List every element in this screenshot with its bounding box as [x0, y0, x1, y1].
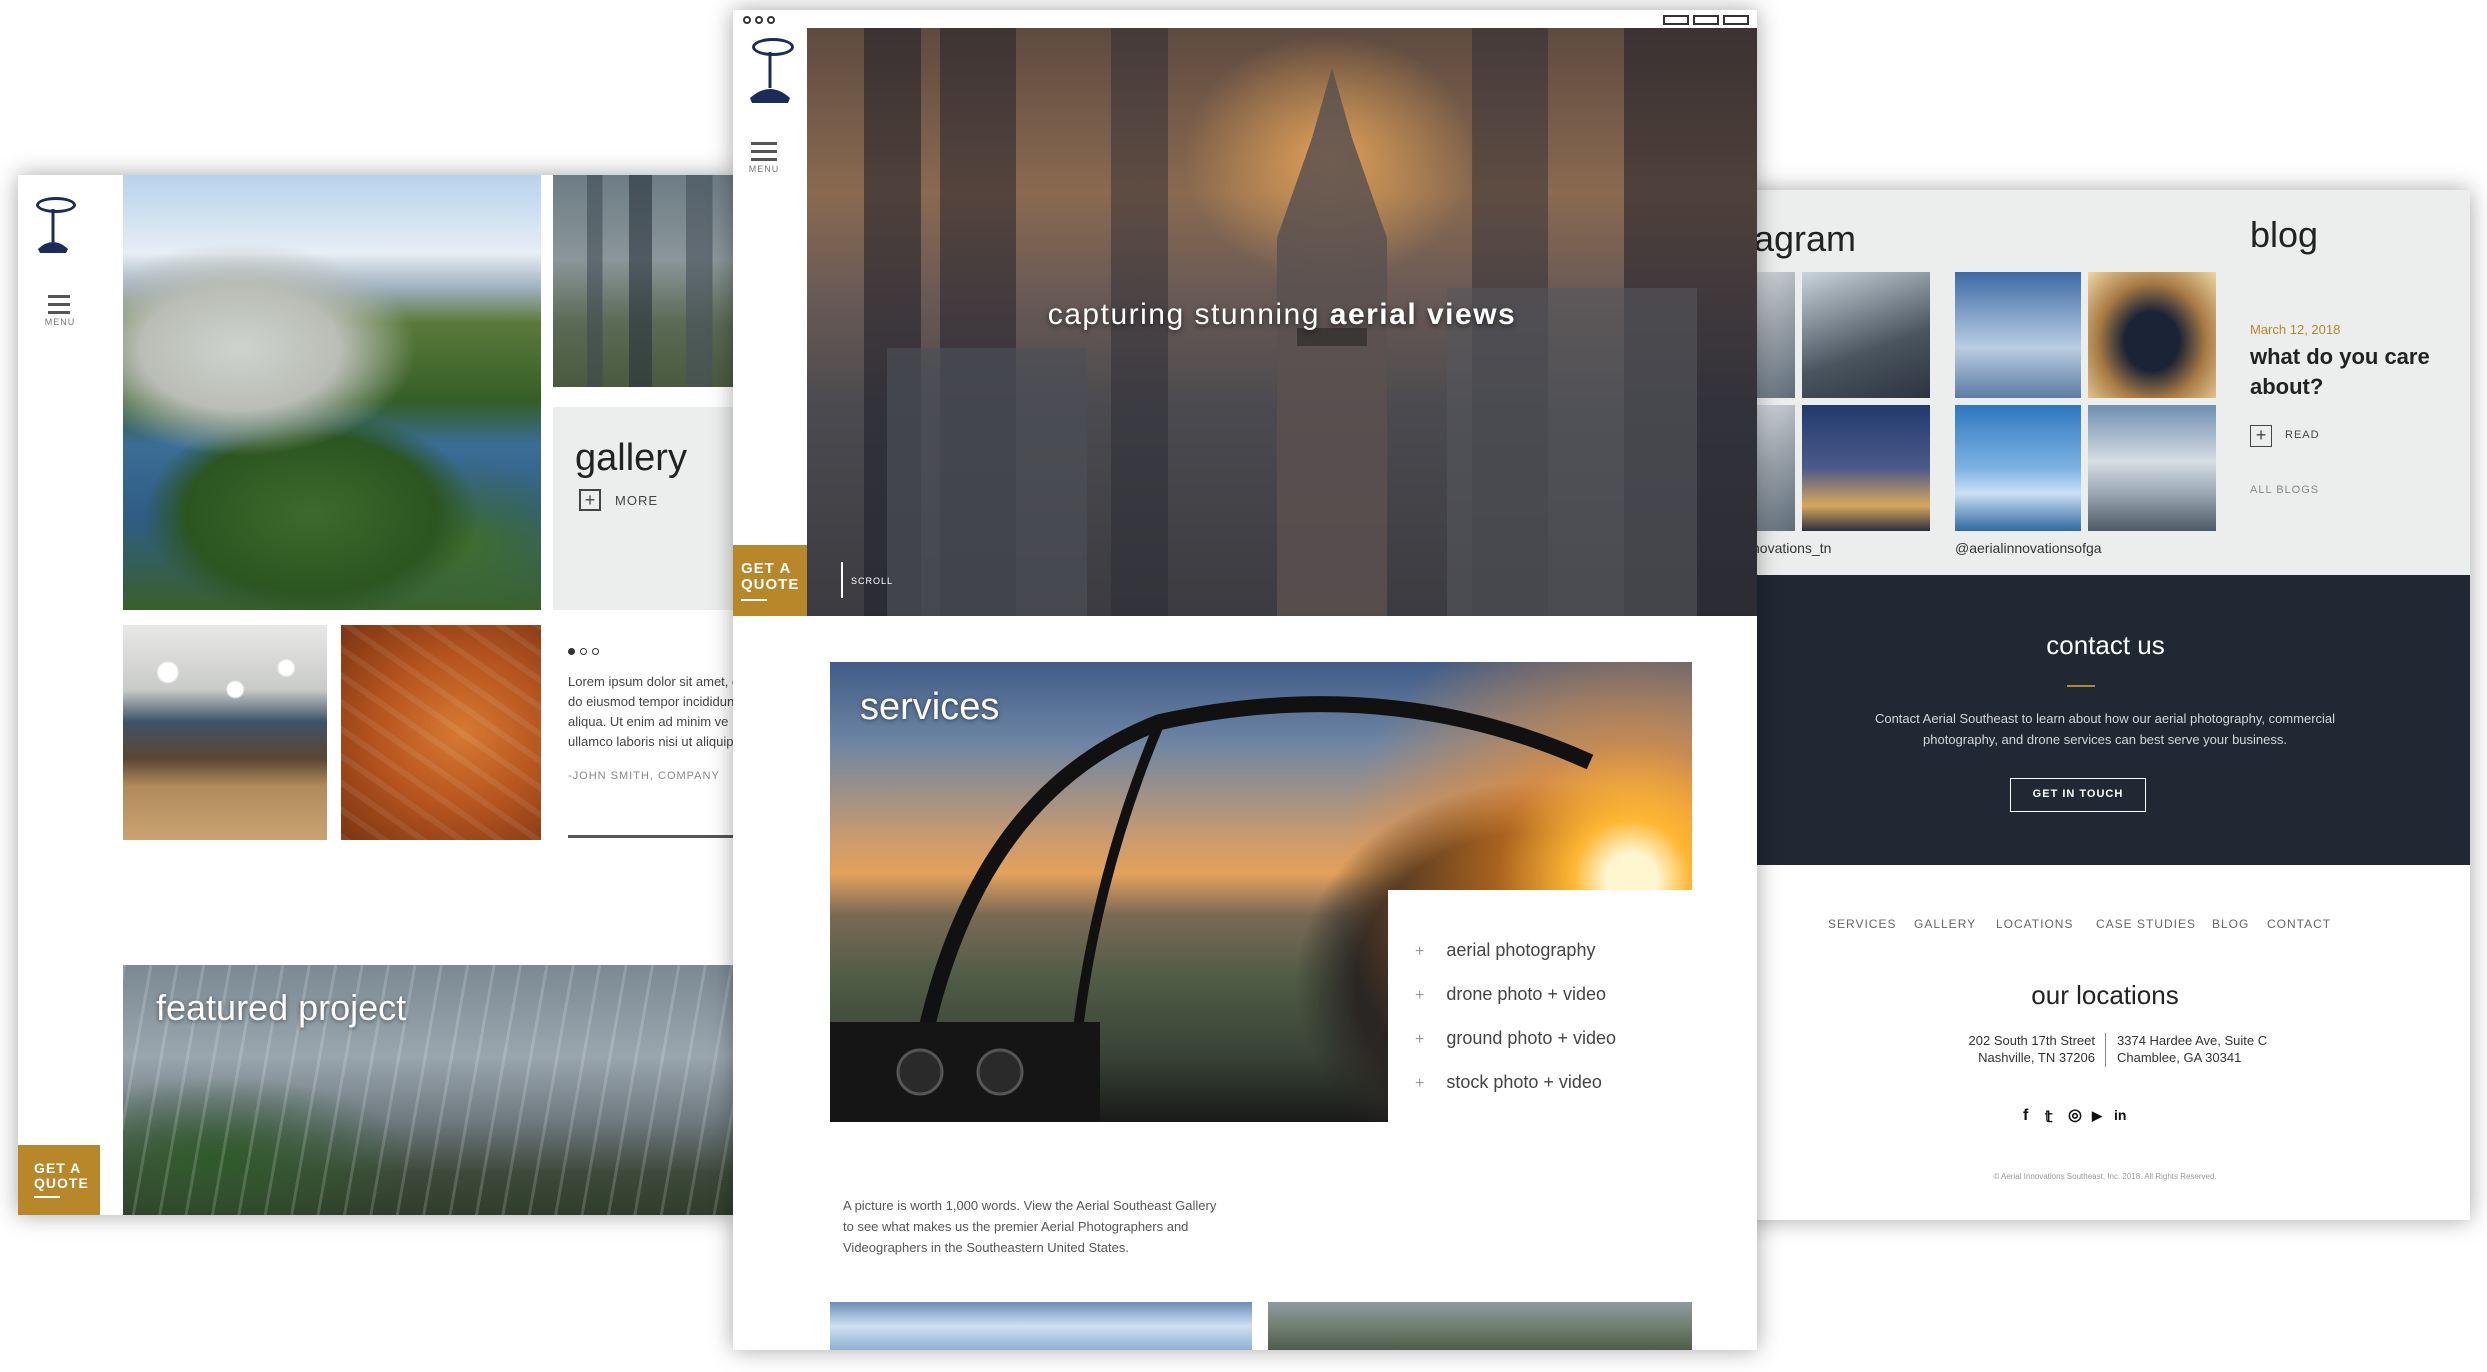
carousel-dot[interactable]	[592, 648, 599, 655]
gallery-more-plus-icon[interactable]: +	[579, 489, 601, 511]
location-divider	[2105, 1033, 2106, 1067]
get-a-quote-button[interactable]: GET A QUOTE	[18, 1145, 100, 1215]
footer-nav-locations[interactable]: LOCATIONS	[1996, 917, 2073, 931]
stone-mountain-photo[interactable]	[123, 175, 541, 610]
gallery-thumb-city[interactable]	[1268, 1302, 1692, 1350]
quote-underline	[741, 598, 767, 601]
contact-heading: contact us	[2046, 630, 2165, 660]
plus-icon: +	[1415, 987, 1425, 1004]
menu-label: MENU	[748, 164, 780, 174]
location-nashville: 202 South 17th Street Nashville, TN 3720…	[1968, 1033, 2095, 1065]
linkedin-icon[interactable]: in	[2114, 1107, 2126, 1123]
get-a-quote-button[interactable]: GET A QUOTE	[733, 545, 807, 616]
footer-nav-blog[interactable]: BLOG	[2212, 917, 2249, 931]
locations-heading: our locations	[2031, 980, 2179, 1010]
instagram-icon[interactable]: ◎	[2068, 1105, 2082, 1125]
plus-icon: +	[1415, 1031, 1425, 1048]
close-button[interactable]	[1723, 15, 1749, 25]
scroll-label: SCROLL	[851, 576, 894, 586]
blog-read-link[interactable]: READ	[2285, 429, 2320, 441]
testimonial-author: -JOHN SMITH, COMPANY	[568, 770, 720, 782]
youtube-icon[interactable]: ▶	[2092, 1108, 2102, 1124]
autumn-aerial-photo[interactable]	[341, 625, 541, 840]
service-stock-photo-video[interactable]: + stock photo + video	[1415, 1072, 1602, 1093]
facebook-icon[interactable]: f	[2023, 1107, 2028, 1125]
footer-nav-services[interactable]: SERVICES	[1828, 917, 1896, 931]
instagram-heading: agram	[1754, 218, 1857, 259]
instagram-photo-7[interactable]	[1955, 405, 2081, 531]
window-dot-2[interactable]	[755, 16, 763, 24]
hero-tagline-bold: aerial views	[1329, 298, 1517, 331]
copyright: © Aerial Innovations Southeast, Inc. 201…	[1993, 1172, 2217, 1181]
contact-text: Contact Aerial Southeast to learn about …	[1874, 711, 2336, 747]
window-dot-3[interactable]	[767, 16, 775, 24]
testimonial-divider	[568, 835, 738, 838]
quote-line-1: GET A	[34, 1160, 82, 1176]
menu-icon[interactable]	[751, 142, 777, 166]
menu-label: MENU	[44, 317, 76, 327]
menu-icon[interactable]	[48, 295, 70, 319]
center-page-mockup: MENU capturing stunning aerial views SCR…	[733, 10, 1757, 1350]
service-aerial-photography[interactable]: + aerial photography	[1415, 940, 1595, 961]
instagram-handle-tn[interactable]: novations_tn	[1752, 540, 1831, 556]
all-blogs-link[interactable]: ALL BLOGS	[2250, 484, 2319, 496]
aerial-logo[interactable]	[738, 38, 798, 108]
quote-underline	[34, 1196, 60, 1199]
footer-nav-case-studies[interactable]: CASE STUDIES	[2096, 917, 2196, 931]
gallery-intro-text: A picture is worth 1,000 words. View the…	[843, 1198, 1217, 1255]
gallery-thumb-clouds[interactable]	[830, 1302, 1252, 1350]
logo-figure-icon	[38, 209, 68, 253]
minimize-button[interactable]	[1663, 15, 1689, 25]
blog-read-plus-icon[interactable]: +	[2250, 425, 2272, 447]
left-page-mockup: MENU gallery + MORE Lorem ipsum dolor si…	[18, 175, 738, 1215]
quote-line-1: GET A	[741, 560, 792, 577]
services-heading: services	[860, 686, 1000, 728]
gallery-heading: gallery	[575, 437, 687, 479]
quote-line-2: QUOTE	[741, 575, 800, 593]
footer-nav-contact[interactable]: CONTACT	[2267, 917, 2331, 931]
instagram-handle-ga[interactable]: @aerialinnovationsofga	[1955, 540, 2102, 556]
featured-project-heading: featured project	[156, 987, 407, 1028]
service-drone-photo-video[interactable]: + drone photo + video	[1415, 984, 1606, 1005]
blog-date: March 12, 2018	[2250, 322, 2341, 337]
city-aerial-photo[interactable]	[553, 175, 738, 387]
plus-icon: +	[1415, 1075, 1425, 1092]
location-chamblee: 3374 Hardee Ave, Suite C Chamblee, GA 30…	[2117, 1033, 2268, 1065]
testimonial-text: Lorem ipsum dolor sit amet, co do eiusmo…	[568, 674, 738, 749]
contact-heading-accent	[2067, 685, 2095, 687]
carousel-dot[interactable]	[580, 648, 587, 655]
browser-chrome-bar	[733, 10, 1757, 28]
scroll-indicator[interactable]	[841, 562, 843, 598]
instagram-photo-6[interactable]	[1802, 405, 1930, 531]
maximize-button[interactable]	[1693, 15, 1719, 25]
gallery-more-link[interactable]: MORE	[615, 493, 658, 508]
aerial-logo[interactable]	[28, 197, 78, 257]
carousel-dot-active[interactable]	[568, 648, 575, 655]
blog-post-title[interactable]: what do you care about?	[2250, 342, 2430, 402]
instagram-photo-4[interactable]	[2088, 272, 2216, 398]
interior-photo[interactable]	[123, 625, 327, 840]
quote-line-2: QUOTE	[34, 1174, 89, 1191]
twitter-icon[interactable]: 𝕥	[2045, 1107, 2052, 1127]
blog-heading: blog	[2250, 214, 2319, 255]
plus-icon: +	[1415, 943, 1425, 960]
instagram-photo-2[interactable]	[1802, 272, 1930, 398]
footer-nav-gallery[interactable]: GALLERY	[1914, 917, 1976, 931]
right-page-mockup: agram novations_tn @aerialinnovationsofg…	[1740, 190, 2470, 1220]
hero-tagline: capturing stunning aerial views	[807, 298, 1757, 332]
get-in-touch-button[interactable]: GET IN TOUCH	[2010, 778, 2146, 812]
services-list-panel	[1388, 890, 1692, 1130]
gallery-panel: gallery + MORE	[553, 407, 738, 610]
get-in-touch-label: GET IN TOUCH	[2032, 788, 2124, 800]
window-dot-1[interactable]	[743, 16, 751, 24]
instagram-photo-8[interactable]	[2088, 405, 2216, 531]
logo-figure-icon	[750, 52, 790, 103]
service-ground-photo-video[interactable]: + ground photo + video	[1415, 1028, 1616, 1049]
hero-tagline-light: capturing stunning	[1047, 298, 1320, 331]
instagram-photo-3[interactable]	[1955, 272, 2081, 398]
